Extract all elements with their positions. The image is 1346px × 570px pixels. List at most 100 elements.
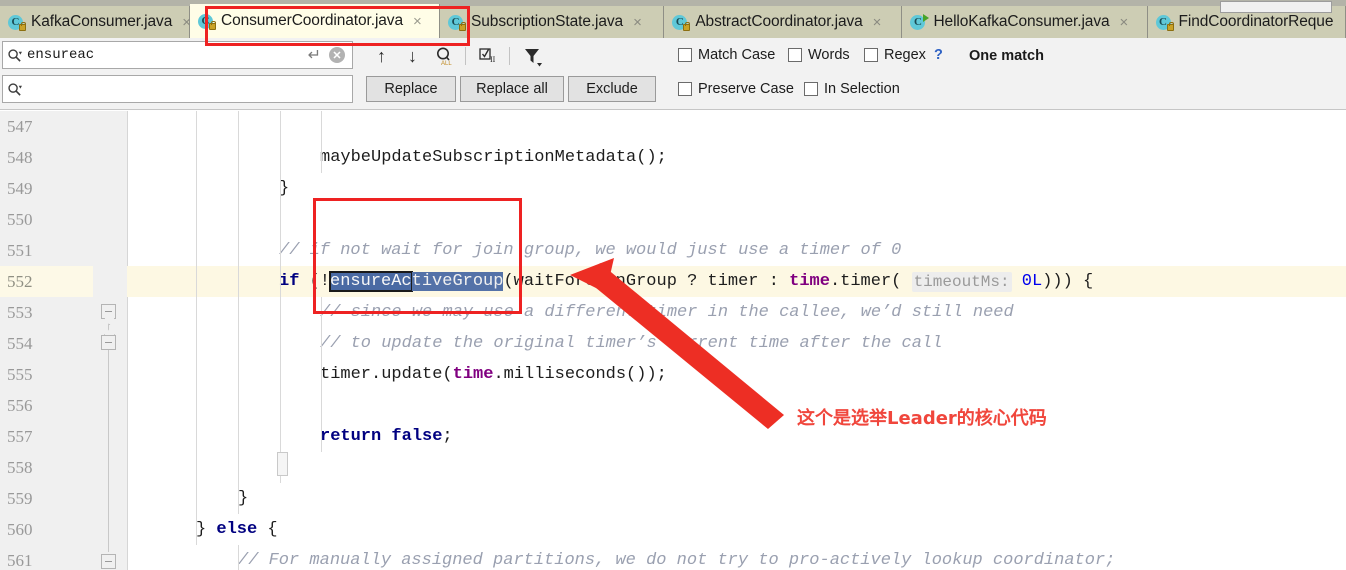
find-next-icon[interactable]: ↓ <box>397 42 428 70</box>
code-line[interactable]: 557 return false; <box>0 421 1346 452</box>
exclude-button[interactable]: Exclude <box>568 76 656 102</box>
checkbox-box <box>788 48 802 62</box>
replace-button[interactable]: Replace <box>366 76 456 102</box>
line-number: 557 <box>7 426 33 446</box>
line-number: 560 <box>7 519 33 539</box>
line-content: } <box>238 489 249 508</box>
words-label: Words <box>808 47 850 63</box>
match-case-checkbox[interactable]: Match Case <box>678 46 775 64</box>
line-content: maybeUpdateSubscriptionMetadata(); <box>320 148 667 167</box>
code-line[interactable]: 554 // to update the original timer’s cu… <box>0 328 1346 359</box>
toolbar-separator <box>509 47 510 65</box>
words-checkbox[interactable]: Words <box>788 46 850 64</box>
brace-match-highlight <box>277 452 288 476</box>
find-replace-panel: ensureac ↵ ✕ ↑ ↓ ALL II Match Case Words… <box>0 38 1346 110</box>
tab-label: AbstractCoordinator.java <box>695 13 863 30</box>
in-selection-label: In Selection <box>824 81 900 97</box>
preserve-case-checkbox[interactable]: Preserve Case <box>678 80 794 98</box>
editor-top-widget[interactable] <box>1220 1 1332 13</box>
checkbox-box <box>864 48 878 62</box>
code-line[interactable]: 558 } <box>0 452 1346 483</box>
annotation-note-text: 这个是选举Leader的核心代码 <box>797 408 1047 429</box>
fold-marker-collapse[interactable] <box>101 554 116 569</box>
close-icon[interactable]: × <box>873 15 882 30</box>
close-icon[interactable]: × <box>1120 15 1129 30</box>
editor-tab-bar: C KafkaConsumer.java × C ConsumerCoordin… <box>0 0 1346 38</box>
search-match-highlight: ensureAc <box>329 271 413 292</box>
tab-label: SubscriptionState.java <box>471 13 624 30</box>
replace-all-button[interactable]: Replace all <box>460 76 564 102</box>
find-all-icon[interactable]: ALL <box>428 42 459 70</box>
tab-label: FindCoordinatorReque <box>1178 13 1334 30</box>
indent-guide <box>196 111 197 545</box>
find-previous-icon[interactable]: ↑ <box>366 42 397 70</box>
search-input[interactable]: ensureac ↵ ✕ <box>2 41 353 69</box>
svg-text:ALL: ALL <box>441 61 452 67</box>
code-line[interactable]: 550 <box>0 204 1346 235</box>
line-content: // to update the original timer’s curren… <box>320 334 943 353</box>
code-line[interactable]: 561 // For manually assigned partitions,… <box>0 545 1346 570</box>
code-line-current[interactable]: 552 if (! ensureAc tiveGroup (waitForJoinGr… <box>0 266 1346 297</box>
code-line[interactable]: 559 } <box>0 483 1346 514</box>
line-number: 552 <box>7 271 33 291</box>
code-line[interactable]: 560 } else { <box>0 514 1346 545</box>
line-number: 553 <box>7 302 33 322</box>
toolbar-separator <box>465 47 466 65</box>
replace-button-label: Replace <box>384 81 438 97</box>
code-line[interactable]: 553 // since we may use a different time… <box>0 297 1346 328</box>
line-number: 559 <box>7 488 33 508</box>
parameter-hint: timeoutMs: <box>911 271 1012 292</box>
code-editor[interactable]: 547 548 maybeUpdateSubscriptionMetadata(… <box>0 111 1346 570</box>
line-number: 558 <box>7 457 33 477</box>
indent-guide <box>321 297 322 452</box>
replace-all-button-label: Replace all <box>476 81 548 97</box>
line-content: // For manually assigned partitions, we … <box>238 551 1116 570</box>
editor-tab-subscriptionstate[interactable]: C SubscriptionState.java × <box>440 6 665 38</box>
editor-tab-consumercoordinator[interactable]: C ConsumerCoordinator.java × <box>190 4 441 38</box>
java-class-locked-icon: C <box>198 13 216 30</box>
indent-guide <box>238 111 239 514</box>
close-icon[interactable]: × <box>633 15 642 30</box>
line-content: // if not wait for join group, we would … <box>279 241 902 260</box>
match-count-label: One match <box>969 48 1044 64</box>
code-line[interactable]: 547 <box>0 111 1346 142</box>
search-icon <box>3 82 25 97</box>
close-icon[interactable]: × <box>413 14 422 29</box>
code-line[interactable]: 555 timer.update(time .milliseconds()); <box>0 359 1346 390</box>
code-line[interactable]: 549 } <box>0 173 1346 204</box>
java-class-locked-icon: C <box>672 14 691 31</box>
replace-input[interactable] <box>2 75 353 103</box>
filter-icon[interactable] <box>516 42 547 70</box>
clear-search-icon[interactable]: ✕ <box>329 47 345 63</box>
line-number: 561 <box>7 550 33 570</box>
regex-checkbox[interactable]: Regex <box>864 46 926 64</box>
regex-help-link[interactable]: ? <box>934 47 943 63</box>
fold-marker-collapse[interactable] <box>101 335 116 350</box>
code-line[interactable]: 548 maybeUpdateSubscriptionMetadata(); <box>0 142 1346 173</box>
tab-label: ConsumerCoordinator.java <box>221 12 403 29</box>
code-line[interactable]: 551 // if not wait for join group, we wo… <box>0 235 1346 266</box>
fold-marker-collapse[interactable] <box>101 304 116 319</box>
line-content: timer.update(time .milliseconds()); <box>320 365 667 384</box>
editor-tab-kafkaconsumer[interactable]: C KafkaConsumer.java × <box>0 6 191 38</box>
editor-tab-abstractcoordinator[interactable]: C AbstractCoordinator.java × <box>664 6 903 38</box>
tab-label: HelloKafkaConsumer.java <box>933 13 1110 30</box>
checkbox-box <box>678 48 692 62</box>
match-case-label: Match Case <box>698 47 776 63</box>
select-all-occurrences-icon[interactable]: II <box>472 42 503 70</box>
line-content: } else { <box>196 520 278 539</box>
editor-tab-hellokafkaconsumer[interactable]: C HelloKafkaConsumer.java × <box>902 6 1148 38</box>
find-nav-icons: ↑ ↓ ALL II <box>366 42 547 70</box>
line-number: 549 <box>7 178 33 198</box>
line-content: // since we may use a different timer in… <box>320 303 1014 322</box>
line-number: 550 <box>7 209 33 229</box>
line-number: 551 <box>7 240 33 260</box>
line-number: 554 <box>7 333 33 353</box>
indent-guide <box>280 111 281 483</box>
in-selection-checkbox[interactable]: In Selection <box>804 80 900 98</box>
code-line[interactable]: 556 <box>0 390 1346 421</box>
search-return-icon[interactable]: ↵ <box>308 45 321 65</box>
line-content: return false; <box>320 427 453 446</box>
indent-guide <box>321 111 322 173</box>
java-class-locked-icon: C <box>8 14 26 31</box>
